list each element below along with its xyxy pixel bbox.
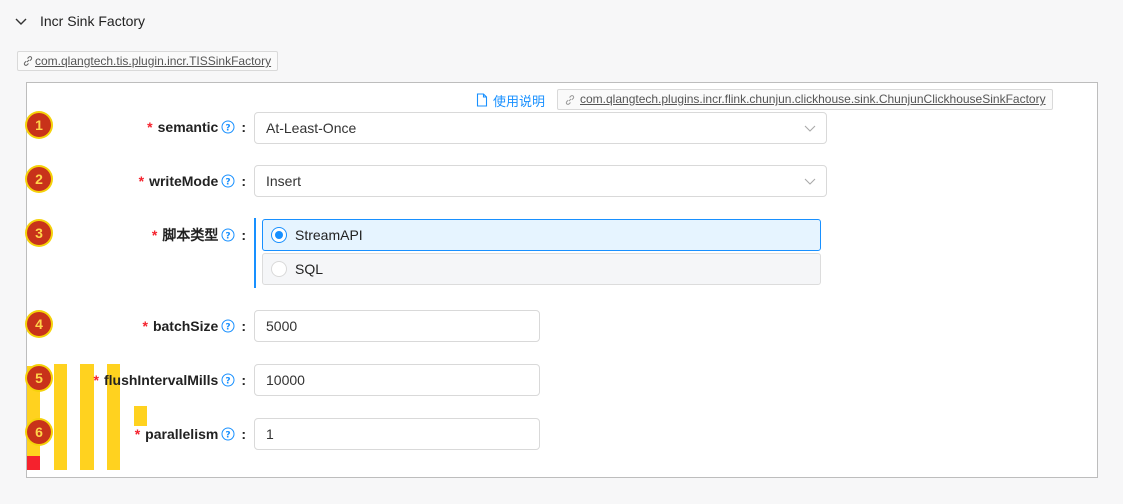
radio-streamapi[interactable]: StreamAPI <box>262 219 821 251</box>
doc-link-text: 使用说明 <box>493 93 546 109</box>
question-circle-icon[interactable]: ? <box>221 228 235 242</box>
question-circle-icon[interactable]: ? <box>221 373 235 387</box>
chevron-down-icon[interactable] <box>14 16 28 28</box>
radio-button[interactable] <box>271 227 287 243</box>
radio-button[interactable] <box>271 261 287 277</box>
link-icon <box>23 56 33 66</box>
semantic-label: * semantic ? : <box>147 119 246 135</box>
question-circle-icon[interactable]: ? <box>221 319 235 333</box>
panel-title: Incr Sink Factory <box>40 13 146 29</box>
step-marker: 2 <box>27 167 51 191</box>
writemode-select[interactable]: Insert <box>254 165 827 197</box>
question-circle-icon[interactable]: ? <box>221 174 235 188</box>
svg-text:?: ? <box>226 178 231 188</box>
svg-text:?: ? <box>226 377 231 387</box>
svg-text:?: ? <box>226 232 231 242</box>
decor-bar <box>54 364 67 470</box>
plugin-tag[interactable]: com.qlangtech.tis.plugin.incr.TISSinkFac… <box>17 51 279 71</box>
panel-header[interactable]: Incr Sink Factory <box>0 0 1123 44</box>
question-circle-icon[interactable]: ? <box>221 120 235 134</box>
semantic-select[interactable]: At-Least-Once <box>254 112 827 144</box>
chevron-down-icon <box>804 125 816 132</box>
plugin-tag-text: com.qlangtech.tis.plugin.incr.TISSinkFac… <box>35 54 272 68</box>
document-icon <box>476 93 488 107</box>
svg-text:?: ? <box>226 431 231 441</box>
flushintervalmills-input[interactable] <box>254 364 540 396</box>
radio-sql[interactable]: SQL <box>262 253 821 285</box>
decor-bar <box>80 364 94 470</box>
impl-tag-text: com.qlangtech.plugins.incr.flink.chunjun… <box>580 92 1046 106</box>
step-marker: 5 <box>27 366 51 390</box>
doc-link[interactable]: 使用说明 <box>476 91 545 109</box>
step-marker: 3 <box>27 221 51 245</box>
flushintervalmills-label: * flushIntervalMills ? : <box>93 372 246 388</box>
question-circle-icon[interactable]: ? <box>221 427 235 441</box>
impl-tag[interactable]: com.qlangtech.plugins.incr.flink.chunjun… <box>557 89 1053 110</box>
batchsize-input[interactable] <box>254 310 540 342</box>
parallelism-label: * parallelism ? : <box>134 426 246 442</box>
step-marker: 1 <box>27 113 51 137</box>
writemode-label: * writeMode ? : <box>138 173 246 189</box>
script-type-label: * 脚本类型 ? : <box>151 227 246 243</box>
svg-text:?: ? <box>226 124 231 134</box>
script-type-radio-group: StreamAPI SQL <box>254 218 827 288</box>
decor-bar <box>134 406 147 426</box>
link-icon <box>565 94 575 105</box>
svg-text:?: ? <box>226 323 231 333</box>
step-marker: 6 <box>27 420 51 444</box>
decor-bar-red <box>27 456 40 470</box>
page: Incr Sink Factory com.qlangtech.tis.plug… <box>0 0 1123 504</box>
step-marker: 4 <box>27 312 51 336</box>
batchsize-label: * batchSize ? : <box>142 318 246 334</box>
chevron-down-icon <box>804 178 816 185</box>
parallelism-input[interactable] <box>254 418 540 450</box>
